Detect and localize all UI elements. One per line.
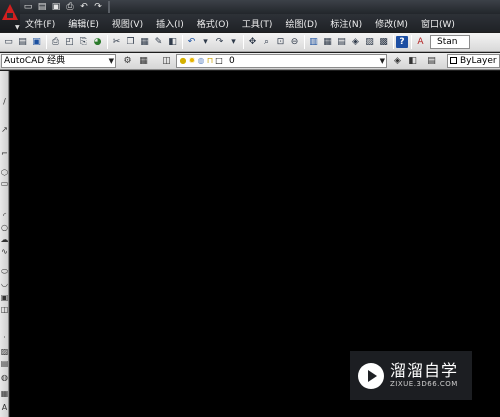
match-properties-icon[interactable]: ✎ (152, 35, 165, 49)
point-icon[interactable]: · (0, 333, 9, 343)
title-bar: ▭ ▤ ▣ ⎙ ↶ ↷ (0, 0, 500, 14)
chevron-down-icon: ▼ (108, 57, 114, 65)
watermark-url: ZIXUE.3D66.COM (390, 380, 458, 388)
ellipse-icon[interactable]: ⬭ (0, 267, 9, 277)
make-block-icon[interactable]: ◫ (0, 305, 9, 315)
quickcalc-icon[interactable]: ▩ (377, 35, 390, 49)
paste-icon[interactable]: ▦ (138, 35, 151, 49)
menu-modify[interactable]: 修改(M) (370, 17, 413, 30)
quick-access-toolbar: ▭ ▤ ▣ ⎙ ↶ ↷ (22, 1, 112, 13)
open-icon[interactable]: ▤ (16, 35, 29, 49)
menu-edit[interactable]: 编辑(E) (63, 17, 104, 30)
menu-tools[interactable]: 工具(T) (237, 17, 278, 30)
standard-toolbar: ▭ ▤ ▣ ⎙ ◰ ⎘ ◕ ✂ ❐ ▦ ✎ ◧ ↶ ▾ ↷ ▾ ✥ ⌕ ⊡ ⊖ … (0, 33, 500, 52)
layer-viewport-icon: ◍ (197, 56, 205, 65)
layer-previous-icon[interactable]: ◧ (406, 55, 419, 68)
menu-format[interactable]: 格式(O) (192, 17, 234, 30)
plot-icon[interactable]: ⎙ (49, 35, 62, 49)
layer-unlock-icon: ⊓ (206, 56, 214, 65)
circle-icon[interactable]: ○ (0, 223, 9, 233)
workspace-layers-toolbar: AutoCAD 经典 ▼ ⚙ ▦ ◫ ● ✹ ◍ ⊓ □ 0 ▼ ◈ ◧ ▤ B… (0, 53, 500, 70)
text-style-icon[interactable]: A (414, 35, 427, 49)
layer-color-icon: □ (215, 56, 223, 65)
markup-icon[interactable]: ▨ (363, 35, 376, 49)
chevron-down-icon: ▼ (379, 57, 385, 65)
design-center-icon[interactable]: ▦ (321, 35, 334, 49)
qnew-icon[interactable]: ▭ (2, 35, 15, 49)
polyline-icon[interactable]: ⌐ (0, 149, 9, 159)
spline-icon[interactable]: ∿ (0, 247, 9, 257)
quick-access-divider (108, 1, 110, 13)
watermark: 溜溜自学 ZIXUE.3D66.COM (350, 351, 472, 400)
pan-icon[interactable]: ✥ (246, 35, 259, 49)
hatch-icon[interactable]: ▨ (0, 347, 9, 357)
sheet-set-icon[interactable]: ◈ (349, 35, 362, 49)
properties-icon[interactable]: ▥ (307, 35, 320, 49)
3d-dwf-icon[interactable]: ◕ (91, 35, 104, 49)
open-folder-icon[interactable]: ▤ (36, 1, 48, 13)
undo-icon[interactable]: ↶ (185, 35, 198, 49)
color-control-value: ByLayer (460, 56, 497, 66)
color-swatch-icon (450, 57, 457, 64)
menu-insert[interactable]: 插入(I) (151, 17, 189, 30)
tool-palettes-icon[interactable]: ▤ (335, 35, 348, 49)
play-logo-icon (358, 362, 384, 389)
redo-icon[interactable]: ↷ (92, 1, 104, 13)
insert-block-icon[interactable]: ▣ (0, 293, 9, 303)
workspace-combo[interactable]: AutoCAD 经典 ▼ (1, 54, 116, 68)
undo-dropdown-icon[interactable]: ▾ (199, 35, 212, 49)
workspace-settings-icon[interactable]: ⚙ (121, 55, 134, 68)
menu-view[interactable]: 视图(V) (107, 17, 148, 30)
save-icon[interactable]: ▣ (50, 1, 62, 13)
zoom-window-icon[interactable]: ⊡ (274, 35, 287, 49)
publish-icon[interactable]: ⎘ (77, 35, 90, 49)
layer-properties-icon[interactable]: ◫ (160, 55, 173, 68)
menu-bar: 文件(F) 编辑(E) 视图(V) 插入(I) 格式(O) 工具(T) 绘图(D… (20, 14, 500, 32)
copy-icon[interactable]: ❐ (124, 35, 137, 49)
layer-thaw-icon: ✹ (188, 56, 196, 65)
polygon-icon[interactable]: ⬡ (0, 168, 9, 178)
new-file-icon[interactable]: ▭ (22, 1, 34, 13)
line-icon[interactable]: / (0, 97, 9, 107)
redo-dropdown-icon[interactable]: ▾ (227, 35, 240, 49)
revision-cloud-icon[interactable]: ☁ (0, 235, 9, 245)
menu-dimension[interactable]: 标注(N) (325, 17, 367, 30)
color-control-combo[interactable]: ByLayer (447, 54, 500, 68)
print-icon[interactable]: ⎙ (64, 1, 76, 13)
menu-file[interactable]: 文件(F) (20, 17, 60, 30)
zoom-realtime-icon[interactable]: ⌕ (260, 35, 273, 49)
layer-combo[interactable]: ● ✹ ◍ ⊓ □ 0 ▼ (176, 54, 387, 68)
layer-on-icon: ● (179, 56, 187, 65)
undo-icon[interactable]: ↶ (78, 1, 90, 13)
plot-preview-icon[interactable]: ◰ (63, 35, 76, 49)
make-object-layer-current-icon[interactable]: ◈ (391, 55, 404, 68)
help-icon[interactable]: ? (396, 36, 408, 48)
zoom-previous-icon[interactable]: ⊖ (288, 35, 301, 49)
rectangle-icon[interactable]: ▭ (0, 179, 9, 189)
watermark-title: 溜溜自学 (390, 361, 459, 380)
workspace-toggle-icon[interactable]: ▦ (137, 55, 150, 68)
redo-icon[interactable]: ↷ (213, 35, 226, 49)
application-menu-button[interactable]: ▼ (0, 0, 20, 32)
table-icon[interactable]: ▦ (0, 389, 9, 399)
text-style-combo[interactable]: Stan (430, 35, 470, 49)
menu-draw[interactable]: 绘图(D) (280, 17, 322, 30)
cut-icon[interactable]: ✂ (110, 35, 123, 49)
multiline-text-icon[interactable]: A (0, 403, 9, 413)
block-editor-icon[interactable]: ◧ (166, 35, 179, 49)
gradient-icon[interactable]: ▤ (0, 359, 9, 369)
layer-states-icon[interactable]: ▤ (425, 55, 438, 68)
menu-window[interactable]: 窗口(W) (416, 17, 460, 30)
construction-line-icon[interactable]: ↗ (0, 125, 9, 135)
arc-icon[interactable]: ◜ (0, 211, 9, 221)
region-icon[interactable]: ◍ (0, 373, 9, 383)
ellipse-arc-icon[interactable]: ◡ (0, 279, 9, 289)
save-icon[interactable]: ▣ (30, 35, 43, 49)
workspace-value: AutoCAD 经典 (4, 56, 66, 66)
draw-toolbar: / ↗ ⌐ ⬡ ▭ ◜ ○ ☁ ∿ ⬭ ◡ ▣ ◫ · ▨ ▤ ◍ ▦ A (0, 71, 9, 417)
layer-name: 0 (229, 56, 235, 66)
chevron-down-icon: ▼ (15, 24, 20, 31)
